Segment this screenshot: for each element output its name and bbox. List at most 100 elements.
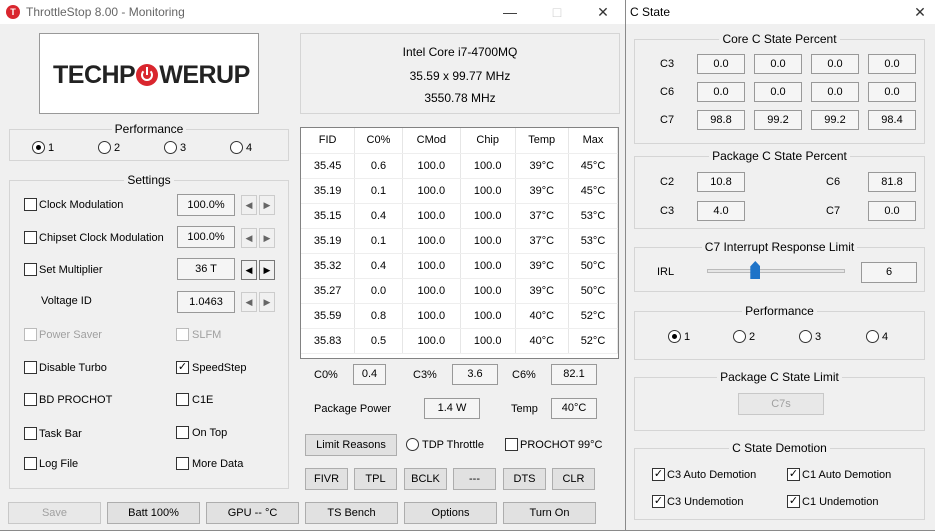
table-row: 35.15 0.4 100.0 100.0 37°C 53°C xyxy=(301,203,619,229)
log-file-checkbox[interactable] xyxy=(24,457,37,470)
table-cell: 100.0 xyxy=(402,253,461,279)
table-cell: 0.5 xyxy=(354,328,403,354)
prochot-label: PROCHOT 99°C xyxy=(520,439,603,451)
clock-modulation-value: 100.0% xyxy=(177,194,235,216)
cpu-multiplier: 35.59 x 99.77 MHz xyxy=(409,69,511,83)
c1e-checkbox[interactable] xyxy=(176,393,189,406)
profile-radio-2[interactable] xyxy=(98,141,111,154)
table-cell: 40°C xyxy=(515,303,569,329)
cstate-close-button[interactable]: ✕ xyxy=(910,2,930,22)
clock-modulation-checkbox[interactable] xyxy=(24,198,37,211)
tpl-button[interactable]: TPL xyxy=(354,468,397,490)
prochot-checkbox[interactable] xyxy=(505,438,518,451)
main-title: ThrottleStop 8.00 - Monitoring xyxy=(26,5,185,19)
table-cell: 100.0 xyxy=(460,178,516,204)
disable-turbo-checkbox[interactable] xyxy=(24,361,37,374)
gpu-button[interactable]: GPU -- °C xyxy=(206,502,299,524)
save-button[interactable]: Save xyxy=(8,502,101,524)
bclk-button[interactable]: BCLK xyxy=(404,468,447,490)
chipset-modulation-checkbox[interactable] xyxy=(24,231,37,244)
table-cell: 100.0 xyxy=(460,153,516,179)
on-top-checkbox[interactable] xyxy=(176,426,189,439)
profile-radio-1[interactable] xyxy=(32,141,45,154)
pkg-limit-button[interactable]: C7s xyxy=(738,393,824,415)
chipset-modulation-label: Chipset Clock Modulation xyxy=(39,232,164,244)
cstate-profile-radio-3[interactable] xyxy=(799,330,812,343)
col-temp: Temp xyxy=(515,128,569,154)
main-titlebar: T ThrottleStop 8.00 - Monitoring — □ ✕ xyxy=(0,0,625,24)
voltage-id-up[interactable]: ▶ xyxy=(259,292,275,312)
table-cell: 50°C xyxy=(568,278,619,304)
set-multiplier-down[interactable]: ◀ xyxy=(241,260,257,280)
chipset-modulation-up[interactable]: ▶ xyxy=(259,228,275,248)
c6-value: 82.1 xyxy=(551,364,597,385)
battery-button[interactable]: Batt 100% xyxy=(107,502,200,524)
table-cell: 39°C xyxy=(515,153,569,179)
cstate-profile-radio-2[interactable] xyxy=(733,330,746,343)
turn-on-button[interactable]: Turn On xyxy=(503,502,596,524)
main-window: T ThrottleStop 8.00 - Monitoring — □ ✕ T… xyxy=(0,0,626,531)
clr-button[interactable]: CLR xyxy=(552,468,595,490)
profile-label-1: 1 xyxy=(48,142,55,154)
chipset-modulation-down[interactable]: ◀ xyxy=(241,228,257,248)
cstate-profile-radio-1[interactable] xyxy=(668,330,681,343)
bd-prochot-checkbox[interactable] xyxy=(24,393,37,406)
task-bar-checkbox[interactable] xyxy=(24,427,37,440)
power-saver-checkbox[interactable] xyxy=(24,328,37,341)
dash-button[interactable]: --- xyxy=(453,468,496,490)
cstate-performance-title: Performance xyxy=(742,304,817,318)
voltage-id-down[interactable]: ◀ xyxy=(241,292,257,312)
table-cell: 52°C xyxy=(568,303,619,329)
table-cell: 100.0 xyxy=(460,228,516,254)
options-button[interactable]: Options xyxy=(404,502,497,524)
clock-modulation-up[interactable]: ▶ xyxy=(259,195,275,215)
c3-auto-demotion-checkbox[interactable]: ✓ xyxy=(652,468,665,481)
fivr-button[interactable]: FIVR xyxy=(305,468,348,490)
core-c3-cpu0: 0.0 xyxy=(697,54,745,74)
speedstep-checkbox[interactable]: ✓ xyxy=(176,361,189,374)
c1-undemotion-checkbox[interactable]: ✓ xyxy=(787,495,800,508)
core-c7-cpu1: 99.2 xyxy=(754,110,802,130)
c3-undemotion-checkbox[interactable]: ✓ xyxy=(652,495,665,508)
c3-value: 3.6 xyxy=(452,364,498,385)
irl-slider-thumb[interactable] xyxy=(750,261,761,279)
power-icon xyxy=(136,64,159,86)
temp-label: Temp xyxy=(511,403,538,415)
profile-radio-4[interactable] xyxy=(230,141,243,154)
cstate-profile-label-3: 3 xyxy=(815,331,822,343)
close-button[interactable]: ✕ xyxy=(593,2,613,22)
more-data-checkbox[interactable] xyxy=(176,457,189,470)
maximize-button[interactable]: □ xyxy=(547,2,567,22)
set-multiplier-label: Set Multiplier xyxy=(39,264,103,276)
set-multiplier-up[interactable]: ▶ xyxy=(259,260,275,280)
speedstep-label: SpeedStep xyxy=(192,362,247,374)
cstate-profile-label-2: 2 xyxy=(749,331,756,343)
cstate-profile-radio-4[interactable] xyxy=(866,330,879,343)
performance-title: Performance xyxy=(111,122,187,136)
package-cstate-group: Package C State Percent C2 10.8 C6 81.8 … xyxy=(634,149,925,229)
c1-auto-demotion-checkbox[interactable]: ✓ xyxy=(787,468,800,481)
clock-modulation-down[interactable]: ◀ xyxy=(241,195,257,215)
slfm-checkbox[interactable] xyxy=(176,328,189,341)
table-cell: 50°C xyxy=(568,253,619,279)
table-cell: 35.15 xyxy=(301,203,356,229)
temp-value: 40°C xyxy=(551,398,597,419)
settings-group: Settings Clock Modulation 100.0% ◀ ▶ Chi… xyxy=(9,173,289,489)
chipset-modulation-value: 100.0% xyxy=(177,226,235,248)
set-multiplier-checkbox[interactable] xyxy=(24,263,37,276)
limit-reasons-button[interactable]: Limit Reasons xyxy=(305,434,397,456)
minimize-button[interactable]: — xyxy=(500,2,520,22)
col-max: Max xyxy=(568,128,619,154)
irl-slider-track[interactable] xyxy=(707,269,845,273)
core-c3-cpu1: 0.0 xyxy=(754,54,802,74)
core-c6-cpu2: 0.0 xyxy=(811,82,859,102)
package-cstate-title: Package C State Percent xyxy=(709,149,850,163)
app-icon: T xyxy=(6,5,20,19)
ts-bench-button[interactable]: TS Bench xyxy=(305,502,398,524)
table-cell: 53°C xyxy=(568,228,619,254)
c0-value: 0.4 xyxy=(353,364,386,385)
tdp-throttle-radio[interactable] xyxy=(406,438,419,451)
demotion-group: C State Demotion ✓ C3 Auto Demotion ✓ C1… xyxy=(634,441,925,520)
dts-button[interactable]: DTS xyxy=(503,468,546,490)
profile-radio-3[interactable] xyxy=(164,141,177,154)
